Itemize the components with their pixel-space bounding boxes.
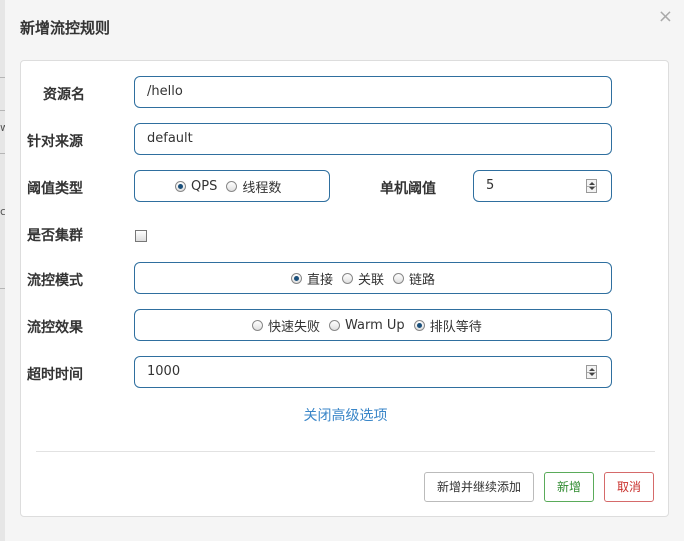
strategy-radio-group: 直接 关联 链路 [134,262,612,294]
behavior-option-label: 快速失败 [268,319,321,335]
behavior-option-label: 排队等待 [429,319,482,335]
behavior-option-warm-up[interactable]: Warm Up [329,318,405,333]
radio-checked-icon[interactable] [175,180,186,192]
resource-input[interactable]: /hello [134,76,612,108]
add-button[interactable]: 新增 [544,472,594,502]
grade-option-label: 线程数 [242,180,282,196]
form-panel: 资源名 /hello 针对来源 default 阈值类型 QPS 线程数 单机阈… [20,60,669,517]
radio-icon[interactable] [342,272,354,284]
cluster-label: 是否集群 [27,228,83,244]
cluster-checkbox[interactable] [135,230,147,242]
radio-checked-icon[interactable] [291,272,302,284]
spin-down-icon[interactable] [589,373,595,376]
radio-icon[interactable] [393,272,405,284]
grade-option-label: QPS [191,178,218,194]
control-behavior-radio-group: 快速失败 Warm Up 排队等待 [134,309,612,341]
footer-divider [36,451,655,452]
threshold-value: 5 [486,178,495,193]
grade-radio-group: QPS 线程数 [134,170,330,202]
limit-app-input[interactable]: default [134,123,612,155]
spin-down-icon[interactable] [589,187,595,190]
radio-checked-icon[interactable] [413,319,425,331]
radio-icon[interactable] [226,180,238,192]
flow-rule-dialog: 新增流控规则 × 资源名 /hello 针对来源 default 阈值类型 QP… [5,0,684,541]
spin-up-icon[interactable] [589,368,595,371]
number-spinner-icon[interactable] [586,365,597,379]
grade-option-thread[interactable]: 线程数 [226,177,281,196]
spin-up-icon[interactable] [589,182,595,185]
strategy-option-label: 关联 [358,272,385,288]
behavior-option-queue[interactable]: 排队等待 [413,316,482,335]
control-behavior-label: 流控效果 [27,320,83,336]
strategy-option-relate[interactable]: 关联 [342,269,384,288]
radio-icon[interactable] [329,319,341,331]
behavior-option-fast-fail[interactable]: 快速失败 [252,316,320,335]
cancel-button[interactable]: 取消 [604,472,654,502]
strategy-option-label: 链路 [409,272,436,288]
close-icon[interactable]: × [658,8,673,26]
behavior-option-label: Warm Up [345,317,405,333]
limit-app-label: 针对来源 [27,134,83,150]
strategy-option-direct[interactable]: 直接 [291,269,333,288]
timeout-input[interactable]: 1000 [134,356,612,388]
number-spinner-icon[interactable] [586,179,597,193]
threshold-label: 单机阈值 [380,181,436,197]
strategy-option-chain[interactable]: 链路 [393,269,435,288]
dialog-title: 新增流控规则 [20,19,111,37]
advanced-options-toggle[interactable]: 关闭高级选项 [21,405,670,425]
radio-icon[interactable] [252,319,263,331]
grade-option-qps[interactable]: QPS [175,179,217,194]
strategy-option-label: 直接 [307,272,334,288]
add-and-continue-button[interactable]: 新增并继续添加 [424,472,534,502]
timeout-value: 1000 [147,364,181,379]
strategy-label: 流控模式 [27,273,83,289]
grade-label: 阈值类型 [27,181,83,197]
threshold-input[interactable]: 5 [473,170,612,202]
resource-label: 资源名 [43,87,85,103]
timeout-label: 超时时间 [27,367,83,383]
